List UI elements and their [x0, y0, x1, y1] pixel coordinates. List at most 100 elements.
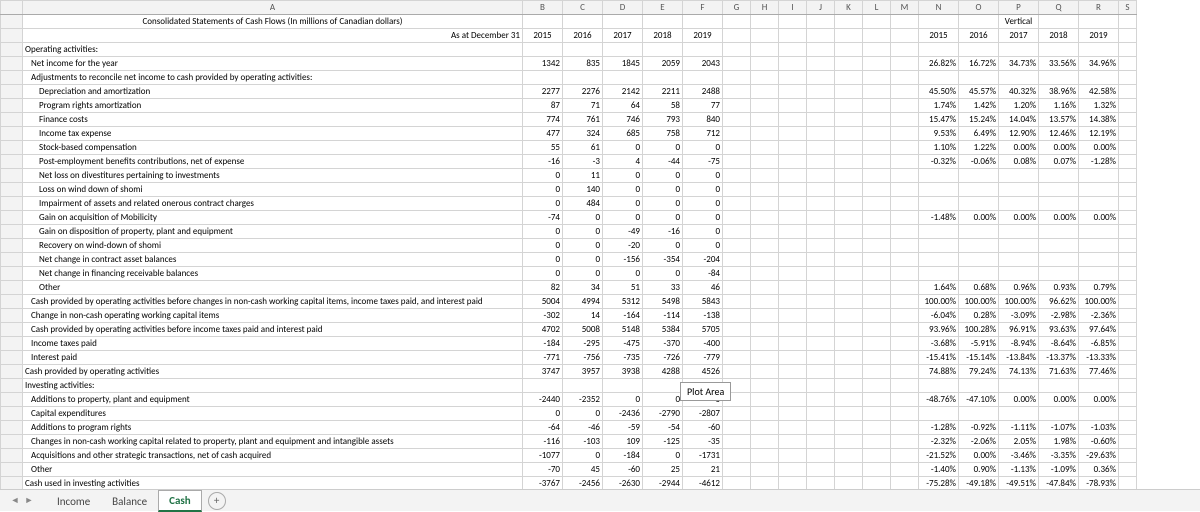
table-row[interactable]: Additions to property, plant and equipme… [1, 393, 1137, 407]
row-label[interactable]: Other [23, 281, 523, 295]
empty-cell[interactable] [891, 477, 919, 490]
row-label[interactable]: Impairment of assets and related onerous… [23, 197, 523, 211]
as-at-cell[interactable]: As at December 31 [23, 29, 523, 43]
data-cell[interactable]: 0 [683, 141, 723, 155]
empty-cell[interactable] [891, 155, 919, 169]
pct-cell[interactable]: 1.16% [1039, 99, 1079, 113]
data-cell[interactable]: 2277 [523, 85, 563, 99]
pct-cell[interactable] [919, 43, 959, 57]
pct-cell[interactable] [999, 169, 1039, 183]
table-row[interactable]: Net change in financing receivable balan… [1, 267, 1137, 281]
empty-cell[interactable] [835, 421, 863, 435]
empty-cell[interactable] [723, 71, 751, 85]
empty-cell[interactable] [751, 169, 779, 183]
empty-cell[interactable] [891, 225, 919, 239]
empty-cell[interactable] [1119, 71, 1137, 85]
empty-cell[interactable] [891, 463, 919, 477]
data-cell[interactable]: -302 [523, 309, 563, 323]
data-cell[interactable] [523, 379, 563, 393]
empty-cell[interactable] [751, 407, 779, 421]
empty-cell[interactable] [835, 463, 863, 477]
empty-cell[interactable] [835, 267, 863, 281]
empty-cell[interactable] [807, 351, 835, 365]
empty-cell[interactable] [1119, 365, 1137, 379]
pct-cell[interactable] [999, 253, 1039, 267]
pct-cell[interactable]: 0.00% [999, 141, 1039, 155]
row-header[interactable] [1, 309, 23, 323]
data-cell[interactable]: 140 [563, 183, 603, 197]
pct-cell[interactable]: 74.13% [999, 365, 1039, 379]
pct-cell[interactable]: 0.28% [959, 309, 999, 323]
row-header[interactable] [1, 239, 23, 253]
pct-cell[interactable]: 13.57% [1039, 113, 1079, 127]
data-cell[interactable]: 55 [523, 141, 563, 155]
pct-cell[interactable]: -0.32% [919, 155, 959, 169]
empty-cell[interactable] [779, 435, 807, 449]
row-label[interactable]: Cash provided by operating activities be… [23, 295, 523, 309]
empty-cell[interactable] [863, 477, 891, 490]
empty-cell[interactable] [751, 337, 779, 351]
row-header[interactable] [1, 351, 23, 365]
table-row[interactable]: Stock-based compensation55610001.10%1.22… [1, 141, 1137, 155]
pct-cell[interactable] [919, 183, 959, 197]
row-header[interactable] [1, 43, 23, 57]
empty-cell[interactable] [779, 239, 807, 253]
pct-cell[interactable] [999, 379, 1039, 393]
pct-cell[interactable]: -75.28% [919, 477, 959, 490]
data-cell[interactable]: -2630 [603, 477, 643, 490]
data-cell[interactable]: 0 [683, 183, 723, 197]
empty-cell[interactable] [723, 365, 751, 379]
empty-cell[interactable] [1119, 337, 1137, 351]
pct-cell[interactable]: 100.00% [1079, 295, 1119, 309]
table-row[interactable]: Change in non-cash operating working cap… [1, 309, 1137, 323]
empty-cell[interactable] [863, 71, 891, 85]
row-header[interactable] [1, 407, 23, 421]
empty-cell[interactable] [751, 43, 779, 57]
pct-cell[interactable]: -48.76% [919, 393, 959, 407]
empty-cell[interactable] [1119, 323, 1137, 337]
data-cell[interactable]: 2211 [643, 85, 683, 99]
empty-cell[interactable] [779, 421, 807, 435]
pct-cell[interactable] [919, 71, 959, 85]
col-I[interactable]: I [779, 1, 807, 15]
data-cell[interactable]: 3938 [603, 365, 643, 379]
empty-cell[interactable] [891, 365, 919, 379]
empty-cell[interactable] [863, 267, 891, 281]
data-cell[interactable]: 774 [523, 113, 563, 127]
data-cell[interactable]: 51 [603, 281, 643, 295]
pct-cell[interactable]: -13.84% [999, 351, 1039, 365]
empty-cell[interactable] [835, 337, 863, 351]
empty-cell[interactable] [1119, 211, 1137, 225]
data-cell[interactable]: 5312 [603, 295, 643, 309]
row-header[interactable] [1, 99, 23, 113]
empty-cell[interactable] [1119, 449, 1137, 463]
empty-cell[interactable] [807, 85, 835, 99]
row-label[interactable]: Stock-based compensation [23, 141, 523, 155]
data-cell[interactable]: -726 [643, 351, 683, 365]
row-label[interactable]: Acquisitions and other strategic transac… [23, 449, 523, 463]
empty-cell[interactable] [835, 43, 863, 57]
pct-cell[interactable]: 1.10% [919, 141, 959, 155]
empty-cell[interactable] [723, 183, 751, 197]
pct-cell[interactable]: 0.00% [1039, 141, 1079, 155]
data-cell[interactable]: 0 [643, 197, 683, 211]
empty-cell[interactable] [751, 155, 779, 169]
table-row[interactable]: Income taxes paid-184-295-475-370-400-3.… [1, 337, 1137, 351]
empty-cell[interactable] [723, 337, 751, 351]
empty-cell[interactable] [1119, 435, 1137, 449]
empty-cell[interactable] [723, 197, 751, 211]
data-cell[interactable]: 109 [603, 435, 643, 449]
table-row[interactable]: Net loss on divestitures pertaining to i… [1, 169, 1137, 183]
col-S[interactable]: S [1119, 1, 1137, 15]
col-R[interactable]: R [1079, 1, 1119, 15]
empty-cell[interactable] [891, 85, 919, 99]
empty-cell[interactable] [807, 155, 835, 169]
table-row[interactable]: Post-employment benefits contributions, … [1, 155, 1137, 169]
table-row[interactable]: Cash used in investing activities-3767-2… [1, 477, 1137, 490]
empty-cell[interactable] [723, 449, 751, 463]
table-row[interactable]: Gain on acquisition of Mobilicity-740000… [1, 211, 1137, 225]
data-cell[interactable]: -44 [643, 155, 683, 169]
data-cell[interactable] [563, 43, 603, 57]
empty-cell[interactable] [807, 71, 835, 85]
empty-cell[interactable] [863, 407, 891, 421]
